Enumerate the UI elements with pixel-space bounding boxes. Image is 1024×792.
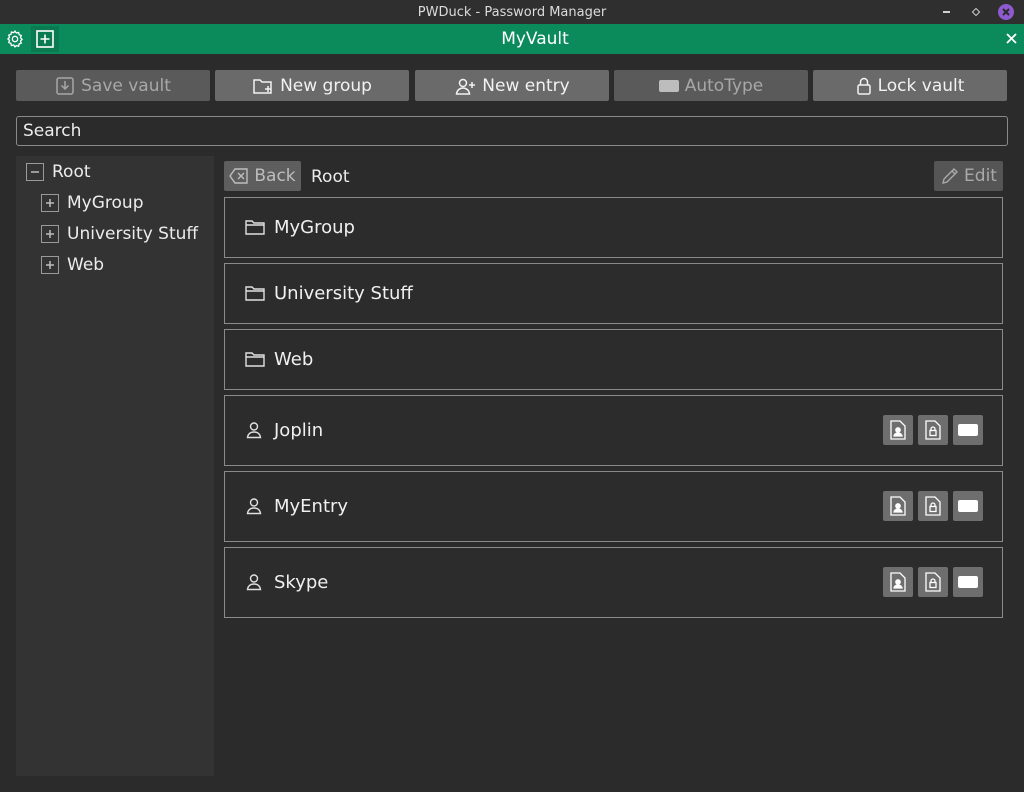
- new-entry-button[interactable]: New entry: [415, 70, 609, 101]
- folder-icon: [245, 350, 265, 368]
- collapse-toggle[interactable]: [26, 163, 44, 181]
- copy-username-button[interactable]: [883, 491, 913, 521]
- save-vault-button[interactable]: Save vault: [16, 70, 210, 101]
- add-square-icon: [36, 30, 54, 48]
- copy-password-button[interactable]: [918, 415, 948, 445]
- entry-name: MyEntry: [274, 496, 349, 517]
- search-input[interactable]: [16, 116, 1008, 146]
- keyboard-icon: [958, 576, 978, 588]
- minimize-icon: [942, 11, 950, 13]
- keyboard-icon: [958, 424, 978, 436]
- gear-icon: [6, 29, 24, 48]
- tree-item-label: MyGroup: [67, 193, 144, 213]
- edit-label: Edit: [964, 166, 997, 186]
- folder-plus-icon: [253, 78, 272, 94]
- lock-icon: [856, 77, 871, 95]
- expand-toggle[interactable]: [41, 256, 59, 274]
- entry-row[interactable]: MyEntry: [224, 471, 1003, 542]
- minimize-button[interactable]: [938, 4, 954, 20]
- pencil-icon: [942, 168, 959, 184]
- group-row[interactable]: University Stuff: [224, 263, 1003, 324]
- vault-tab-title[interactable]: MyVault: [420, 29, 650, 49]
- lock-vault-label: Lock vault: [877, 75, 965, 96]
- lock-vault-button[interactable]: Lock vault: [813, 70, 1007, 101]
- edit-group-button[interactable]: Edit: [934, 161, 1003, 191]
- plus-icon: [46, 199, 54, 207]
- expand-toggle[interactable]: [41, 225, 59, 243]
- tree-item-web[interactable]: Web: [41, 255, 104, 275]
- user-icon: [245, 497, 263, 515]
- user-plus-icon: [455, 78, 476, 95]
- copy-password-button[interactable]: [918, 491, 948, 521]
- tree-item-label: Root: [52, 162, 91, 182]
- folder-icon: [245, 284, 265, 302]
- group-name: MyGroup: [274, 217, 355, 238]
- breadcrumb: Root: [311, 167, 350, 187]
- new-group-button[interactable]: New group: [215, 70, 409, 101]
- folder-icon: [245, 218, 265, 236]
- add-tab-button[interactable]: [31, 26, 59, 52]
- autotype-entry-button[interactable]: [953, 491, 983, 521]
- minus-icon: [31, 171, 39, 173]
- autotype-label: AutoType: [684, 75, 764, 96]
- plus-icon: [46, 230, 54, 238]
- close-icon: [1005, 32, 1017, 44]
- group-name: University Stuff: [274, 283, 413, 304]
- window-titlebar: PWDuck - Password Manager: [0, 0, 1024, 24]
- copy-password-button[interactable]: [918, 567, 948, 597]
- keyboard-icon: [958, 500, 978, 512]
- autotype-entry-button[interactable]: [953, 415, 983, 445]
- save-vault-label: Save vault: [81, 75, 171, 96]
- tree-item-university-stuff[interactable]: University Stuff: [41, 224, 198, 244]
- autotype-entry-button[interactable]: [953, 567, 983, 597]
- autotype-button[interactable]: AutoType: [614, 70, 808, 101]
- backspace-icon: [229, 168, 249, 184]
- copy-username-button[interactable]: [883, 567, 913, 597]
- keyboard-icon: [658, 79, 679, 92]
- maximize-button[interactable]: [968, 4, 984, 20]
- new-group-label: New group: [280, 75, 372, 96]
- user-icon: [245, 421, 263, 439]
- group-tree-panel: [16, 156, 214, 776]
- user-document-icon: [890, 572, 906, 592]
- entry-row[interactable]: Skype: [224, 547, 1003, 618]
- user-document-icon: [890, 420, 906, 440]
- plus-icon: [46, 261, 54, 269]
- back-button[interactable]: Back: [224, 161, 301, 191]
- expand-toggle[interactable]: [41, 194, 59, 212]
- save-icon: [56, 76, 74, 95]
- group-row[interactable]: Web: [224, 329, 1003, 390]
- entry-name: Joplin: [274, 420, 324, 441]
- lock-document-icon: [925, 420, 941, 440]
- tree-item-label: University Stuff: [67, 224, 199, 244]
- maximize-icon: [971, 7, 981, 17]
- tree-item-mygroup[interactable]: MyGroup: [41, 193, 143, 213]
- window-title: PWDuck - Password Manager: [417, 5, 607, 20]
- new-entry-label: New entry: [482, 75, 570, 96]
- copy-username-button[interactable]: [883, 415, 913, 445]
- tree-item-root[interactable]: Root: [26, 162, 91, 182]
- user-icon: [245, 573, 263, 591]
- entry-name: Skype: [274, 572, 329, 593]
- close-icon: [1002, 8, 1010, 16]
- settings-button[interactable]: [1, 26, 29, 52]
- group-name: Web: [274, 349, 314, 370]
- tree-item-label: Web: [67, 255, 105, 275]
- lock-document-icon: [925, 496, 941, 516]
- user-document-icon: [890, 496, 906, 516]
- window-close-button[interactable]: [998, 4, 1014, 20]
- close-tab-button[interactable]: [1002, 29, 1020, 47]
- entry-row[interactable]: Joplin: [224, 395, 1003, 466]
- back-label: Back: [254, 166, 296, 186]
- group-row[interactable]: MyGroup: [224, 197, 1003, 258]
- lock-document-icon: [925, 572, 941, 592]
